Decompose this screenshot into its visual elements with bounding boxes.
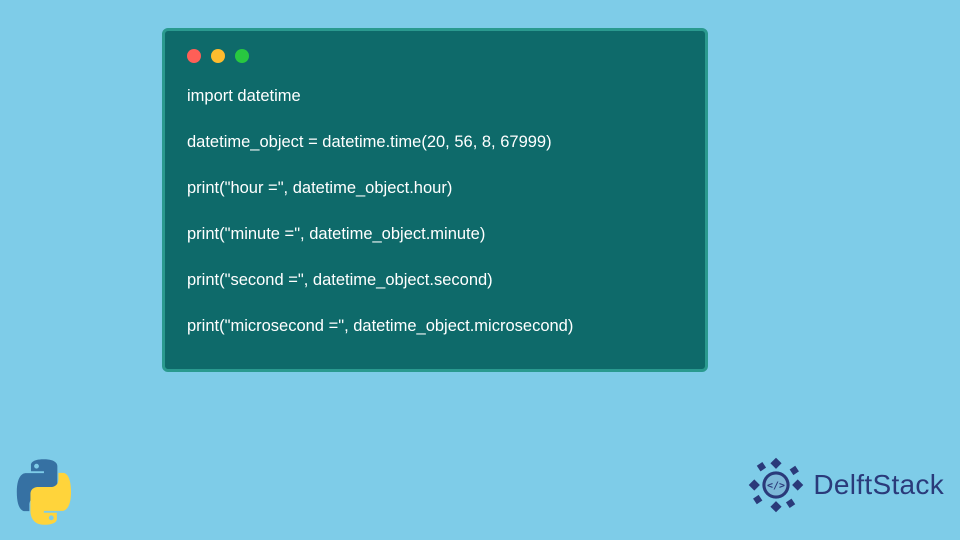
maximize-icon: [235, 49, 249, 63]
brand-text: DelftStack: [813, 469, 944, 501]
code-card: import datetime datetime_object = datetim…: [162, 28, 708, 372]
window-traffic-lights: [187, 49, 683, 63]
svg-text:</>: </>: [767, 481, 785, 492]
code-line: print("second =", datetime_object.second…: [187, 269, 683, 292]
code-line: print("hour =", datetime_object.hour): [187, 177, 683, 200]
close-icon: [187, 49, 201, 63]
delftstack-icon: </>: [745, 454, 807, 516]
python-logo-icon: [10, 458, 78, 526]
code-block: import datetime datetime_object = datetim…: [187, 85, 683, 339]
brand-logo: </> DelftStack: [745, 454, 944, 516]
code-line: print("microsecond =", datetime_object.m…: [187, 315, 683, 338]
code-line: datetime_object = datetime.time(20, 56, …: [187, 131, 683, 154]
minimize-icon: [211, 49, 225, 63]
code-line: print("minute =", datetime_object.minute…: [187, 223, 683, 246]
code-line: import datetime: [187, 85, 683, 108]
